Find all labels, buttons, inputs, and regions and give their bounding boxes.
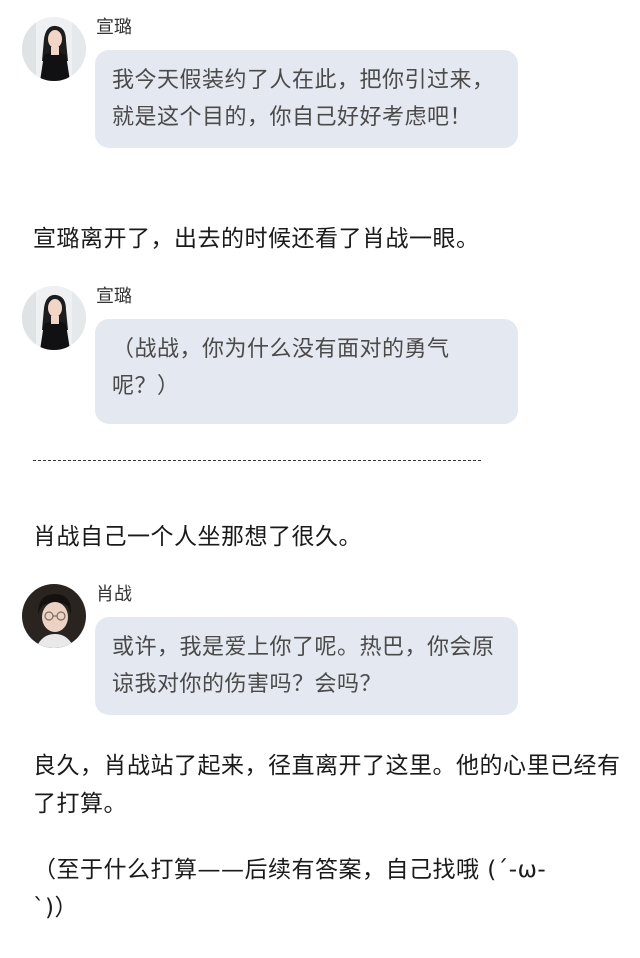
narration-text: 宣璐离开了，出去的时候还看了肖战一眼。 xyxy=(33,226,480,252)
narration-text: （至于什么打算——后续有答案，自己找哦 (´-ω-`)） xyxy=(33,857,547,921)
woman-portrait-icon xyxy=(22,17,86,81)
avatar xyxy=(22,17,86,81)
message-bubble: 我今天假装约了人在此，把你引过来，就是这个目的，你自己好好考虑吧！ xyxy=(95,50,518,148)
avatar xyxy=(22,286,86,350)
message-bubble: 或许，我是爱上你了呢。热巴，你会原谅我对你的伤害吗？会吗？ xyxy=(95,617,518,715)
narration-divider-text: ----------------------------------------… xyxy=(33,451,483,469)
man-portrait-icon xyxy=(22,584,86,648)
narration-text: 良久，肖战站了起来，径直离开了这里。他的心里已经有了打算。 xyxy=(33,753,621,817)
avatar xyxy=(22,584,86,648)
woman-portrait-icon xyxy=(22,286,86,350)
message-bubble: （战战，你为什么没有面对的勇气呢？） xyxy=(95,319,518,424)
narration-text: 肖战自己一个人坐那想了很久。 xyxy=(33,524,362,550)
speaker-name: 宣璐 xyxy=(96,286,132,307)
speaker-name: 肖战 xyxy=(96,584,132,605)
speaker-name: 宣璐 xyxy=(96,17,132,38)
